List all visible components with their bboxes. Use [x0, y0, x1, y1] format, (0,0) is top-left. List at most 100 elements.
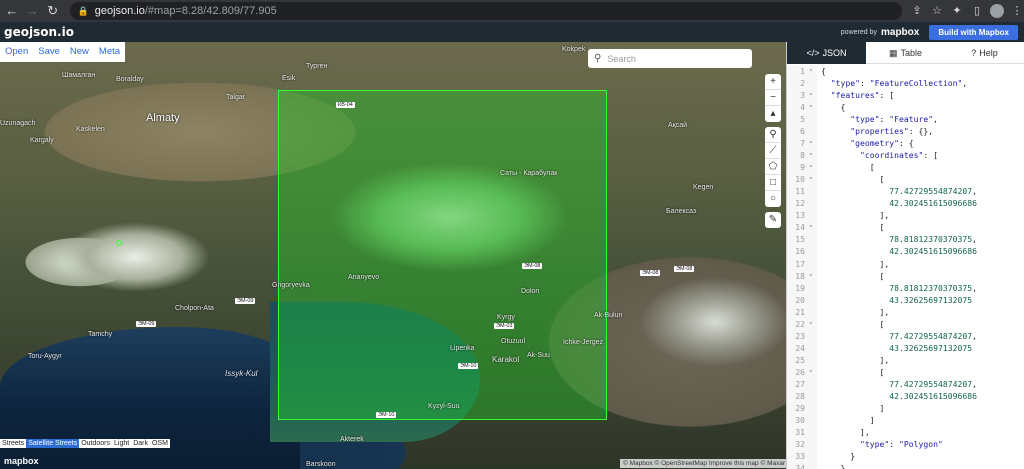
menu-meta[interactable]: Meta [94, 42, 125, 62]
drawn-polygon[interactable] [278, 90, 607, 420]
fold-icon[interactable]: ▾ [809, 161, 817, 174]
reload-icon[interactable]: ↻ [44, 2, 62, 20]
fold-icon[interactable]: ▾ [809, 89, 817, 102]
fold-icon [809, 389, 817, 402]
code-line: 27 77.42729554874207, [787, 377, 1024, 390]
fold-icon [809, 437, 817, 450]
menu-open[interactable]: Open [0, 42, 33, 62]
code-text: 77.42729554874207, [889, 378, 977, 389]
fold-icon[interactable]: ▾ [809, 269, 817, 282]
browser-toolbar: ← → ↻ 🔒 geojson.io /#map=8.28/42.809/77.… [0, 0, 1024, 22]
edit-icon[interactable]: ✎ [765, 212, 781, 228]
code-text: 42.302451615096686 [889, 246, 977, 257]
back-icon[interactable]: ← [3, 2, 21, 20]
zoom-out-icon[interactable]: − [765, 90, 781, 106]
road-shield: КВ-04 [336, 102, 355, 108]
tab-json[interactable]: </> JSON [787, 42, 866, 64]
code-line: 25 ], [787, 353, 1024, 366]
map-label: Kargaly [30, 137, 54, 144]
code-line: 2 "type": "FeatureCollection", [787, 77, 1024, 90]
map-canvas[interactable]: Almaty Issyk-Kul Karakol Kaskelen Kargal… [0, 42, 786, 469]
share-icon[interactable]: ⇪ [910, 4, 924, 18]
draw-circle-icon[interactable]: ○ [765, 191, 781, 207]
map-label: Kegen [693, 184, 714, 191]
map-label: Grigoryevka [272, 282, 310, 289]
line-number: 1 [787, 65, 809, 78]
draw-line-icon[interactable]: ⟋ [765, 143, 781, 159]
line-number: 26 [787, 365, 809, 378]
draw-point-icon[interactable]: ⚲ [765, 127, 781, 143]
fold-icon[interactable]: ▾ [809, 65, 817, 78]
style-osm[interactable]: OSM [150, 439, 170, 448]
line-number: 30 [787, 413, 809, 426]
fold-icon[interactable]: ▾ [809, 137, 817, 150]
line-number: 29 [787, 401, 809, 414]
style-light[interactable]: Light [112, 439, 131, 448]
zoom-in-icon[interactable]: + [765, 74, 781, 90]
style-streets[interactable]: Streets [0, 439, 26, 448]
map-label: Otuzuul [501, 338, 526, 345]
line-number: 23 [787, 329, 809, 342]
map-label: Almaty [146, 112, 180, 124]
line-number: 2 [787, 77, 809, 90]
extensions-icon[interactable]: ✦ [950, 4, 964, 18]
fold-icon[interactable]: ▾ [809, 149, 817, 162]
code-text: ] [821, 402, 885, 413]
draw-rectangle-icon[interactable]: □ [765, 175, 781, 191]
forward-icon[interactable]: → [24, 2, 42, 20]
map-label: Talgar [226, 94, 246, 101]
style-dark[interactable]: Dark [131, 439, 150, 448]
powered-by-text: powered by [840, 28, 877, 36]
road-shield: ЭМ-09 [235, 298, 256, 304]
map-label: Саты - Карабулак [500, 170, 558, 177]
fold-icon[interactable]: ▾ [809, 101, 817, 114]
code-line: 3 ▾ "features": [ [787, 89, 1024, 102]
compass-icon[interactable]: ▴ [765, 106, 781, 122]
mapbox-logo[interactable]: mapbox [881, 27, 919, 38]
code-text: [ [821, 318, 885, 329]
json-editor[interactable]: 1 ▾{2 "type": "FeatureCollection", 3 ▾ "fea… [787, 65, 1024, 469]
style-satellite-streets[interactable]: Satellite Streets [26, 439, 80, 448]
tab-label: JSON [822, 48, 847, 58]
location-marker-icon[interactable] [116, 240, 122, 246]
line-number: 18 [787, 269, 809, 282]
search-input[interactable] [607, 53, 738, 64]
profile-avatar[interactable] [990, 4, 1004, 18]
line-number: 13 [787, 209, 809, 222]
file-menu: Open Save New Meta [0, 42, 126, 62]
app-logo[interactable]: geojson.io [4, 25, 74, 39]
sidebar-icon[interactable]: ▯ [970, 4, 984, 18]
fold-icon [809, 305, 817, 318]
bookmark-icon[interactable]: ☆ [930, 4, 944, 18]
map-label: Boralday [116, 76, 144, 83]
map-label: Tamchy [88, 331, 113, 338]
code-line: 13 ], [787, 209, 1024, 222]
code-text: 42.302451615096686 [889, 198, 977, 209]
fold-icon[interactable]: ▾ [809, 317, 817, 330]
code-text: } [821, 463, 846, 469]
style-outdoors[interactable]: Outdoors [79, 439, 112, 448]
menu-new[interactable]: New [65, 42, 94, 62]
map-label: Uzunagach [0, 120, 36, 127]
tab-label: Table [900, 48, 923, 58]
fold-icon[interactable]: ▾ [809, 173, 817, 186]
mapbox-logo[interactable]: mapbox [4, 456, 39, 466]
url-host: geojson.io [94, 5, 145, 17]
map-attribution[interactable]: © Mapbox © OpenStreetMap Improve this ma… [620, 459, 786, 468]
fold-icon[interactable]: ▾ [809, 365, 817, 378]
fold-icon[interactable]: ▾ [809, 221, 817, 234]
line-number: 7 [787, 137, 809, 150]
menu-icon[interactable]: ⋮ [1010, 4, 1024, 18]
code-line: 30 ] [787, 413, 1024, 426]
draw-polygon-icon[interactable]: ⬠ [765, 159, 781, 175]
tab-table[interactable]: ▦ Table [866, 42, 945, 64]
search-box[interactable]: ⚲ [588, 49, 752, 68]
tab-help[interactable]: ? Help [945, 42, 1024, 64]
address-bar[interactable]: 🔒 geojson.io /#map=8.28/42.809/77.905 [69, 2, 902, 20]
code-line: 28 42.302451615096686 [787, 389, 1024, 402]
build-with-mapbox-button[interactable]: Build with Mapbox [929, 24, 1018, 40]
fold-icon [809, 353, 817, 366]
menu-save[interactable]: Save [33, 42, 65, 62]
fold-icon [809, 462, 817, 469]
code-line: 4 ▾ { [787, 101, 1024, 114]
